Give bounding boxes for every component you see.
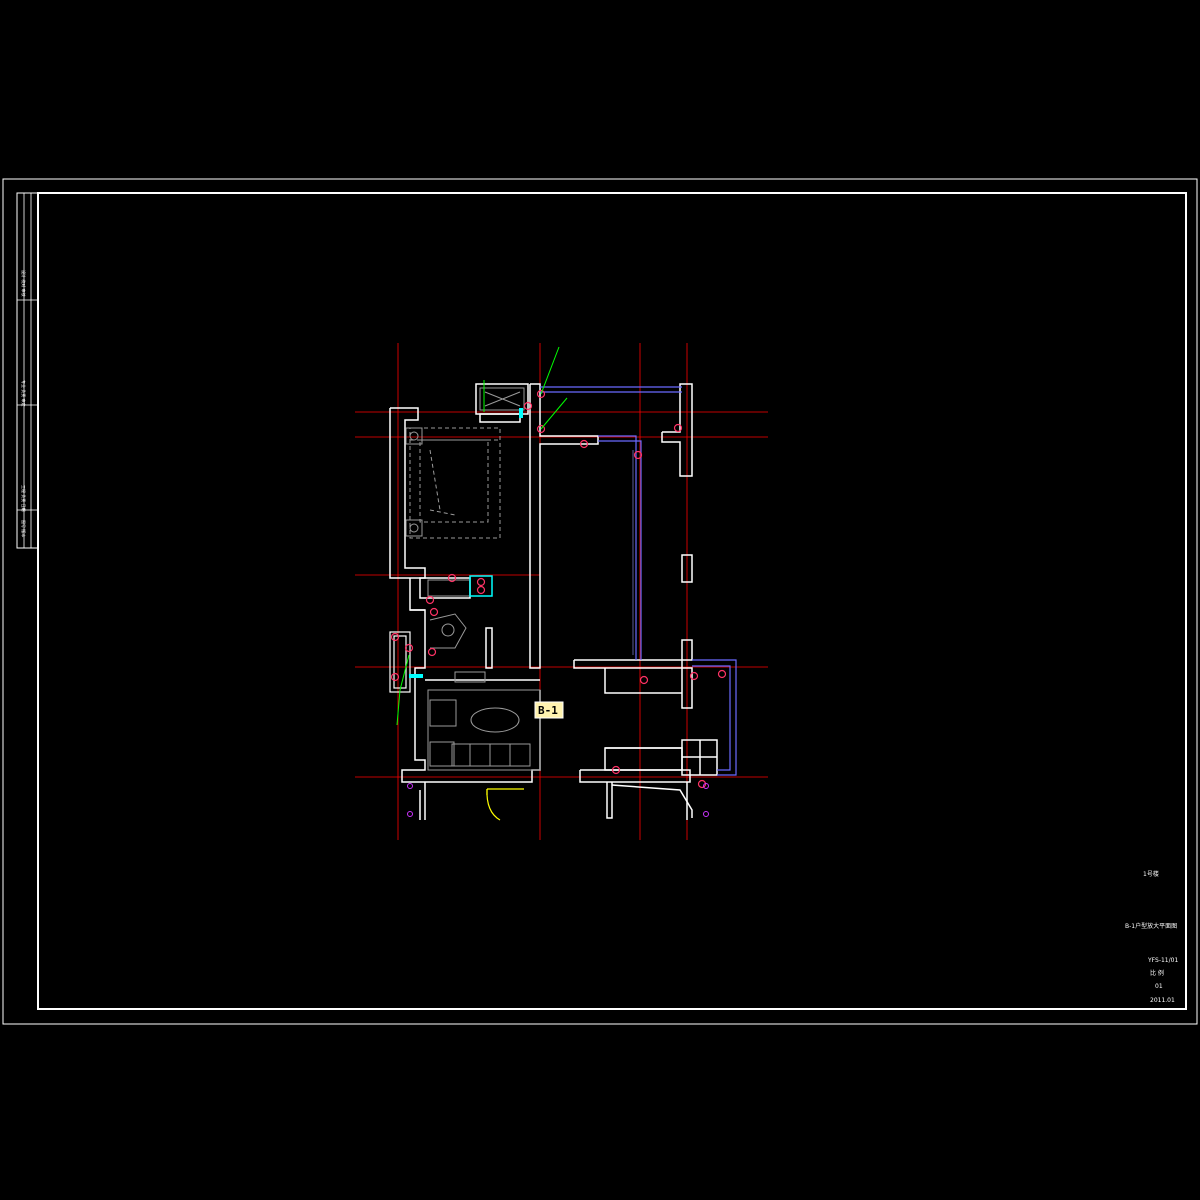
scale-label: 比 例 [1150,969,1164,977]
building-name: 1号楼 [1143,870,1159,878]
bed [409,427,501,539]
side-strip-block4: 图号 版本 [21,520,27,537]
ac-unit [479,387,525,411]
sheet-number: 01 [1155,983,1163,990]
axis-grid [355,343,768,840]
living-furniture [427,671,541,771]
title-block: 1号楼 B-1户型放大平面图 YFS-11/01 比 例 01 2011.01 [1125,870,1178,1004]
side-strip: 设计 校对 审核 专业 负责 审定 工程 负责 日期 图号 版本 [16,192,39,549]
outer-border [2,178,1198,1025]
walls [389,383,718,820]
room-tag: B-1 [534,701,564,719]
side-strip-block3: 工程 负责 日期 [21,485,27,512]
bathroom-fixtures [427,579,471,649]
markers [390,389,727,789]
windows [540,386,737,776]
drawing-title: B-1户型放大平面图 [1125,922,1177,930]
drawing-date: 2011.01 [1150,997,1175,1004]
drawing-number: YFS-11/01 [1147,957,1178,964]
side-strip-block1: 设计 校对 审核 [21,270,27,297]
bed-nightstands [405,427,423,537]
entry-door [486,788,524,821]
room-tag-label: B-1 [538,704,558,717]
drawing-sheet: 设计 校对 审核 专业 负责 审定 工程 负责 日期 图号 版本 B-1 1号楼… [2,178,1198,1025]
cyan-fixture [409,674,423,678]
inner-border [37,192,1187,1010]
cyan-fixture-top [519,408,523,418]
side-strip-block2: 专业 负责 审定 [21,380,27,407]
